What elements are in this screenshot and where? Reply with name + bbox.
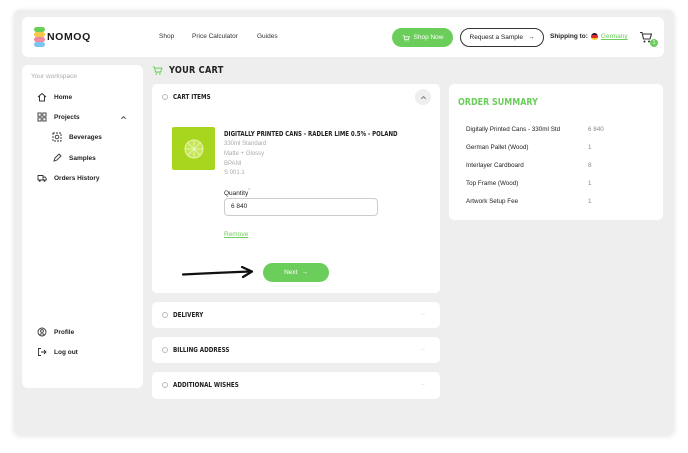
product-spec-sku: S 001.1 (224, 170, 245, 176)
nav-guides[interactable]: Guides (257, 33, 278, 40)
additional-wishes-section[interactable]: ADDITIONAL WISHES → (152, 372, 440, 399)
cart-icon (402, 34, 410, 41)
arrow-right-icon: → (420, 346, 426, 352)
step-radio (162, 382, 168, 388)
product-spec-code: BPANI (224, 161, 242, 167)
sidebar-item-orders-history[interactable]: Orders History (37, 173, 100, 183)
cart-items-card: CART ITEMS DIGITALLY PRINTED CANS - RADL… (152, 84, 440, 293)
nav-price-calculator[interactable]: Price Calculator (192, 33, 238, 40)
sidebar-item-logout[interactable]: Log out (37, 347, 78, 357)
sidebar-item-home[interactable]: Home (37, 92, 72, 102)
collapse-button[interactable] (415, 89, 431, 105)
page-title: YOUR CART (152, 65, 236, 76)
sidebar-item-label: Samples (69, 154, 96, 162)
section-heading: BILLING ADDRESS (173, 346, 230, 354)
summary-row-value: 1 (588, 180, 592, 187)
summary-row-value: 1 (588, 144, 592, 151)
summary-row-value: 1 (588, 198, 592, 205)
logout-icon (38, 348, 47, 356)
logo[interactable]: NOMOQ (34, 27, 91, 47)
section-heading: ADDITIONAL WISHES (173, 381, 239, 389)
arrow-right-icon: → (301, 269, 308, 276)
nav-shop[interactable]: Shop (159, 33, 174, 40)
summary-row-label: Artwork Setup Fee (466, 198, 519, 205)
sidebar-item-label: Beverages (69, 133, 102, 141)
sidebar-item-label: Home (54, 93, 73, 101)
product-image (172, 127, 215, 170)
additional-wishes-header: ADDITIONAL WISHES (162, 381, 255, 389)
sidebar-item-label: Profile (54, 328, 75, 336)
summary-row: Interlayer Cardboard 8 (466, 162, 656, 169)
shop-now-button[interactable]: Shop Now (392, 28, 453, 47)
chevron-up-icon (420, 95, 426, 99)
shipping-country[interactable]: Germany (601, 33, 628, 40)
summary-row-label: Digitally Printed Cans - 330ml Std (466, 126, 561, 133)
order-summary-card: ORDER SUMMARY Digitally Printed Cans - 3… (449, 84, 663, 220)
order-summary-title: ORDER SUMMARY (458, 97, 538, 108)
delivery-header: DELIVERY (162, 311, 211, 319)
sidebar-item-samples[interactable]: Samples (52, 153, 96, 163)
step-radio (162, 312, 168, 318)
summary-row-label: Interlayer Cardboard (466, 162, 524, 169)
shop-now-label: Shop Now (413, 34, 444, 41)
home-icon (37, 92, 47, 102)
sidebar-item-projects[interactable]: Projects (37, 112, 80, 122)
product-spec-finish: Matte + Glossy (224, 151, 265, 157)
lime-icon (184, 139, 203, 158)
request-sample-button[interactable]: Request a Sample → (460, 28, 544, 47)
grid-icon (37, 112, 47, 122)
arrow-pointer-icon (182, 266, 254, 279)
section-heading: DELIVERY (173, 311, 204, 319)
cart-items-header[interactable]: CART ITEMS (162, 93, 220, 101)
step-radio (162, 347, 168, 353)
page-title-text: YOUR CART (169, 65, 224, 76)
sidebar-item-profile[interactable]: Profile (37, 327, 74, 337)
delivery-section[interactable]: DELIVERY → (152, 302, 440, 328)
product-spec-size: 330ml Standard (224, 141, 267, 147)
cart-count-badge: 1 (650, 39, 658, 47)
sidebar-item-label: Orders History (54, 174, 100, 182)
quantity-input[interactable]: 6 840 (224, 198, 378, 216)
shipping-selector[interactable]: Shipping to: Germany (550, 33, 628, 40)
summary-row: German Pallet (Wood) 1 (466, 144, 656, 151)
step-radio (162, 94, 168, 100)
request-sample-label: Request a Sample (469, 34, 523, 41)
sidebar-item-label: Log out (54, 348, 78, 356)
next-button[interactable]: Next → (263, 263, 329, 282)
workspace-label: Your workspace (31, 73, 78, 80)
sidebar-item-beverages[interactable]: Beverages (52, 132, 102, 142)
germany-flag-icon (590, 33, 598, 40)
next-label: Next (284, 269, 298, 276)
arrow-right-icon: → (420, 381, 426, 387)
arrow-right-icon: → (420, 311, 426, 317)
summary-row-value: 8 (588, 162, 592, 169)
cart-icon (152, 66, 163, 75)
summary-row-value: 6 840 (588, 126, 604, 133)
summary-row-label: Top Frame (Wood) (466, 180, 519, 187)
sidebar: Your workspace Home Projects Beverages S… (22, 65, 143, 388)
billing-header: BILLING ADDRESS (162, 346, 244, 354)
remove-link[interactable]: Remove (224, 231, 248, 238)
summary-row: Top Frame (Wood) 1 (466, 180, 656, 187)
brand-name: NOMOQ (47, 31, 91, 43)
logo-icon (34, 27, 45, 47)
truck-icon (37, 175, 47, 182)
summary-row-label: German Pallet (Wood) (466, 144, 529, 151)
billing-address-section[interactable]: BILLING ADDRESS → (152, 337, 440, 363)
sidebar-item-label: Projects (54, 113, 80, 121)
summary-row: Digitally Printed Cans - 330ml Std 6 840 (466, 126, 656, 133)
cart-items-heading: CART ITEMS (173, 93, 211, 101)
arrow-right-icon: → (527, 34, 535, 41)
top-header: NOMOQ Shop Price Calculator Guides Shop … (22, 17, 664, 57)
pen-icon (53, 153, 62, 162)
can-icon (52, 132, 62, 142)
chevron-up-icon[interactable] (120, 114, 127, 121)
shipping-label: Shipping to: (550, 33, 588, 40)
summary-row: Artwork Setup Fee 1 (466, 198, 656, 205)
user-icon (37, 327, 47, 337)
quantity-label: Quantity* (224, 188, 251, 198)
product-title: DIGITALLY PRINTED CANS - RADLER LIME 0.5… (224, 130, 398, 138)
